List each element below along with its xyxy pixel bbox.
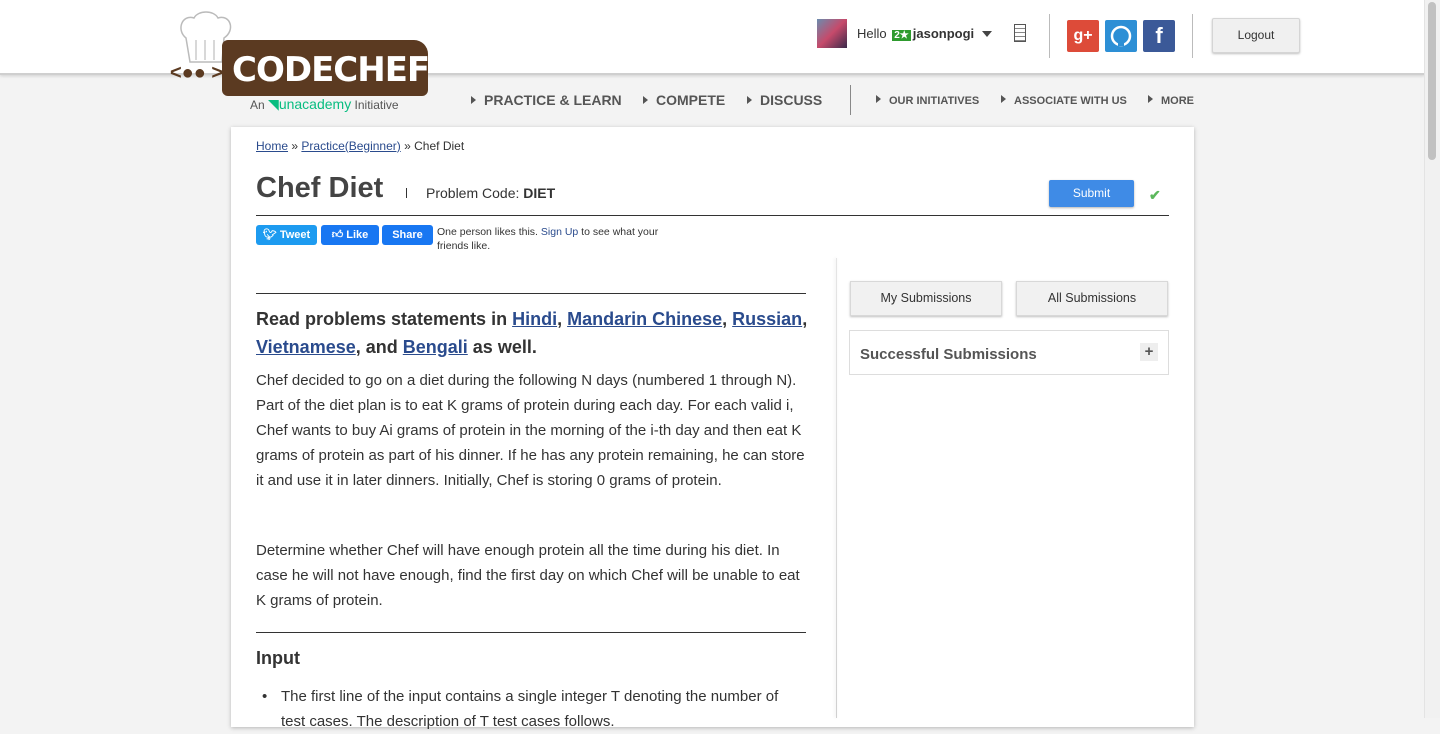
likes-text: One person likes this. Sign Up to see wh… (437, 226, 659, 252)
nav-more[interactable]: MORE (1148, 95, 1194, 107)
all-submissions-button[interactable]: All Submissions (1016, 281, 1168, 316)
unacademy-icon: ◥ (268, 96, 279, 112)
github-icon[interactable] (1105, 20, 1137, 52)
triangle-right-icon (643, 96, 648, 104)
breadcrumb-practice[interactable]: Practice(Beginner) (301, 139, 400, 153)
problem-code: Problem Code: DIET (426, 185, 556, 201)
logo-tagline: An ◥unacademy Initiative (250, 96, 399, 112)
thumbs-up-icon: 👍︎ (331, 229, 344, 241)
triangle-right-icon (1001, 95, 1006, 103)
chef-face-icon: <●● > (170, 62, 224, 84)
triangle-right-icon (747, 96, 752, 104)
languages-notice: Read problems statements in Hindi, Manda… (256, 309, 808, 357)
share-button[interactable]: Share (382, 225, 433, 245)
input-heading: Input (256, 648, 300, 668)
check-icon: ✔ (1149, 187, 1161, 203)
my-submissions-button[interactable]: My Submissions (850, 281, 1002, 316)
title-divider (406, 188, 407, 198)
avatar[interactable] (817, 19, 847, 48)
user-greeting[interactable]: Hello 2★ jasonpogi (857, 26, 974, 41)
column-divider (836, 258, 837, 718)
plus-icon[interactable]: + (1140, 343, 1158, 361)
google-plus-icon[interactable]: g+ (1067, 20, 1099, 52)
logout-button[interactable]: Logout (1212, 18, 1300, 53)
username[interactable]: jasonpogi (913, 26, 974, 41)
lang-mandarin-link[interactable]: Mandarin Chinese (567, 309, 722, 329)
lang-vietnamese-link[interactable]: Vietnamese (256, 337, 356, 357)
twitter-icon: 🐦︎ (262, 229, 277, 241)
page-title: Chef Diet (256, 172, 384, 204)
divider (1192, 14, 1193, 58)
chevron-down-icon[interactable] (982, 31, 992, 37)
lang-russian-link[interactable]: Russian (732, 309, 802, 329)
submit-button[interactable]: Submit (1049, 180, 1134, 207)
nav-divider (850, 85, 851, 115)
successful-submissions-panel[interactable]: Successful Submissions + (849, 330, 1169, 375)
sign-up-link[interactable]: Sign Up (541, 226, 578, 238)
rating-badge: 2★ (892, 30, 911, 41)
divider (1049, 14, 1050, 58)
list-item: • The first line of the input contains a… (262, 684, 802, 734)
bullet-icon: • (262, 688, 268, 705)
codechef-logo[interactable]: <●● > CODECHEF An ◥unacademy Initiative (170, 8, 432, 116)
tweet-button[interactable]: 🐦︎ Tweet (256, 225, 317, 245)
breadcrumb-current: Chef Diet (414, 139, 465, 153)
nav-our-initiatives[interactable]: OUR INITIATIVES (876, 95, 979, 107)
title-rule (256, 215, 1169, 216)
breadcrumb-home[interactable]: Home (256, 139, 288, 153)
triangle-right-icon (471, 96, 476, 104)
logo-wordmark: CODECHEF (222, 40, 430, 96)
facebook-icon[interactable]: f (1143, 20, 1175, 52)
section-rule (256, 632, 806, 633)
statement-paragraph-2: Determine whether Chef will have enough … (256, 542, 800, 609)
scrollbar[interactable] (1424, 0, 1440, 718)
nav-associate-with-us[interactable]: ASSOCIATE WITH US (1001, 95, 1127, 107)
breadcrumb: Home » Practice(Beginner) » Chef Diet (256, 139, 465, 153)
nav-practice-learn[interactable]: PRACTICE & LEARN (471, 92, 622, 108)
successful-submissions-title: Successful Submissions (860, 346, 1037, 363)
lang-bengali-link[interactable]: Bengali (403, 337, 468, 357)
triangle-right-icon (876, 95, 881, 103)
nav-discuss[interactable]: DISCUSS (747, 92, 822, 108)
document-icon[interactable] (1014, 24, 1026, 42)
lang-hindi-link[interactable]: Hindi (512, 309, 557, 329)
nav-compete[interactable]: COMPETE (643, 92, 725, 108)
statement-paragraph-1: Chef decided to go on a diet during the … (256, 372, 805, 489)
scrollbar-thumb[interactable] (1428, 2, 1436, 160)
like-button[interactable]: 👍︎ Like (321, 225, 379, 245)
triangle-right-icon (1148, 95, 1153, 103)
section-rule (256, 293, 806, 294)
